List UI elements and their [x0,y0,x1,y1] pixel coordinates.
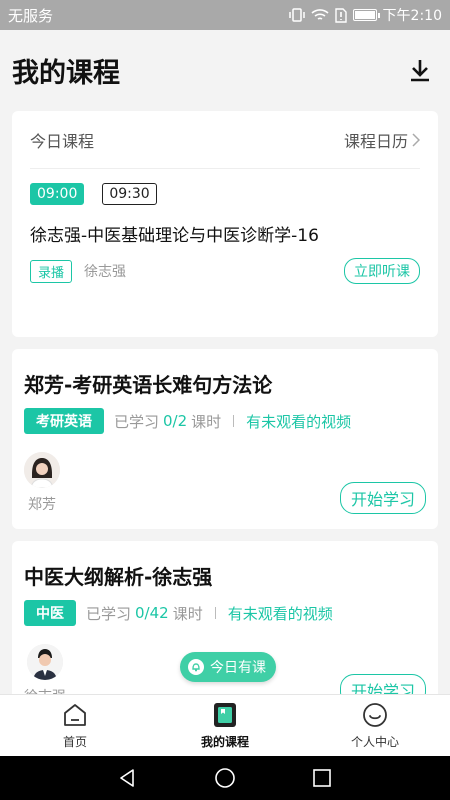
tab-label: 个人中心 [350,735,399,749]
lesson-title[interactable]: 徐志强-中医基础理论与中医诊断学-16 [30,221,420,246]
teacher-name: 郑芳 [28,497,56,513]
bottom-tab-bar: 首页 我的课程 个人中心 [0,694,450,756]
carrier-label: 无服务 [8,6,54,25]
today-label: 今日课程 [30,131,95,151]
end-time-badge: 09:30 [102,183,157,205]
meta-divider [233,415,235,427]
page-header: 我的课程 [0,30,450,110]
listen-now-button[interactable]: 立即听课 [344,258,420,284]
studied-label: 已学习 [114,412,160,431]
course-title: 中医大纲解析-徐志强 [24,565,213,589]
course-calendar-link[interactable]: 课程日历 [344,128,420,152]
start-time-badge: 09:00 [30,183,85,205]
course-tag: 中医 [24,600,76,626]
unwatched-notice: 有未观看的视频 [246,412,352,431]
battery-icon [352,9,380,21]
avatar [24,452,60,488]
tab-label: 首页 [62,735,87,749]
tab-home[interactable]: 首页 [0,695,150,756]
recorded-tag: 录播 [30,259,73,283]
wifi-icon [311,9,329,20]
status-time: 下午2:10 [382,8,442,24]
start-learning-button[interactable]: 开始学习 [339,482,426,514]
lesson-unit: 课时 [191,412,222,431]
bell-icon [188,659,204,675]
course-book-icon [214,703,236,727]
avatar [27,644,63,680]
bubble-label: 今日有课 [210,660,266,676]
chevron-right-icon [412,132,420,147]
sim-alert-icon [334,7,347,23]
course-title: 郑芳-考研英语长难句方法论 [24,373,273,397]
recents-square-icon[interactable] [312,768,332,788]
smile-face-icon [363,703,387,727]
system-nav-bar [0,756,450,800]
course-card[interactable]: 郑芳-考研英语长难句方法论 考研英语 已学习 0/2 课时 有未观看的视频 郑芳… [12,349,438,529]
home-icon [64,704,86,726]
back-icon[interactable] [118,768,138,788]
page-title: 我的课程 [12,57,120,89]
status-bar: 无服务 下午2:10 [0,0,450,30]
meta-divider [214,607,216,619]
tab-label: 我的课程 [200,735,249,749]
unwatched-notice: 有未观看的视频 [227,604,333,623]
vibrate-icon [288,8,305,22]
course-tag: 考研英语 [24,408,104,434]
download-button[interactable] [402,52,438,88]
lesson-teacher: 徐志强 [84,264,127,280]
home-circle-icon[interactable] [214,767,236,789]
today-course-card: 今日课程 课程日历 09:00 09:30 徐志强-中医基础理论与中医诊断学-1… [12,111,438,337]
tab-my-courses[interactable]: 我的课程 [150,695,300,756]
progress-count: 0/42 [135,604,169,622]
lesson-unit: 课时 [172,604,203,623]
course-calendar-label: 课程日历 [343,131,408,151]
download-icon [411,60,429,82]
tab-profile[interactable]: 个人中心 [300,695,450,756]
today-has-class-bubble[interactable]: 今日有课 [180,652,276,682]
progress-count: 0/2 [163,412,188,430]
studied-label: 已学习 [86,604,132,623]
